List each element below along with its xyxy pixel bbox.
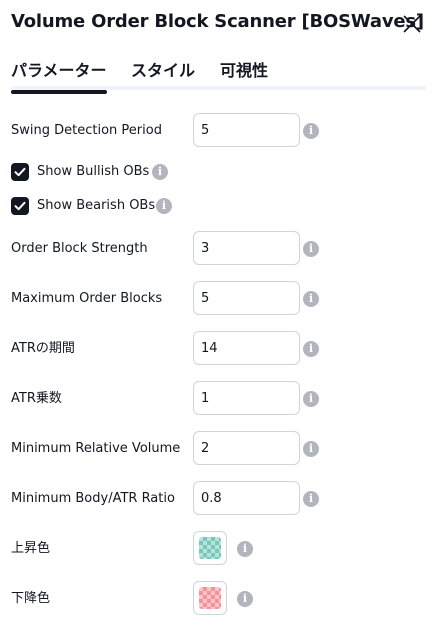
- setting-down-color: 下降色 i: [11, 581, 431, 616]
- color-preview: [199, 587, 221, 609]
- setting-maximum-order-blocks: Maximum Order Blocks i: [11, 281, 431, 316]
- info-icon[interactable]: i: [237, 591, 253, 607]
- down-color-swatch[interactable]: [193, 581, 227, 615]
- setting-label: 下降色: [11, 591, 51, 606]
- info-icon[interactable]: i: [303, 291, 319, 307]
- info-icon[interactable]: i: [303, 391, 319, 407]
- setting-swing-detection-period: Swing Detection Period i: [11, 113, 431, 148]
- tab-parameters[interactable]: パラメーター: [11, 57, 107, 94]
- show-bearish-checkbox[interactable]: [11, 197, 29, 215]
- info-icon[interactable]: i: [156, 198, 172, 214]
- max-blocks-input[interactable]: [193, 281, 300, 315]
- color-preview: [199, 537, 221, 559]
- setting-label: ATRの期間: [11, 341, 75, 356]
- setting-atr-multiplier: ATR乗数 i: [11, 381, 431, 416]
- setting-label: Minimum Body/ATR Ratio: [11, 491, 175, 506]
- info-icon[interactable]: i: [152, 164, 168, 180]
- setting-label: ATR乗数: [11, 391, 62, 406]
- min-relative-volume-input[interactable]: [193, 431, 300, 465]
- info-icon[interactable]: i: [303, 241, 319, 257]
- dialog-title: Volume Order Block Scanner [BOSWaves]: [11, 11, 424, 32]
- checkbox-label: Show Bearish OBs: [37, 198, 156, 213]
- swing-period-input[interactable]: [193, 113, 300, 147]
- setting-order-block-strength: Order Block Strength i: [11, 231, 431, 266]
- up-color-swatch[interactable]: [193, 531, 227, 565]
- setting-minimum-relative-volume: Minimum Relative Volume i: [11, 431, 431, 466]
- tab-style[interactable]: スタイル: [131, 57, 195, 81]
- dialog-header: Volume Order Block Scanner [BOSWaves]: [11, 8, 442, 38]
- close-icon[interactable]: [402, 14, 422, 34]
- setting-label: Swing Detection Period: [11, 123, 162, 138]
- setting-label: Order Block Strength: [11, 241, 148, 256]
- tab-visibility[interactable]: 可視性: [220, 57, 268, 81]
- setting-show-bearish: Show Bearish OBs i: [11, 196, 211, 216]
- setting-label: 上昇色: [11, 541, 51, 556]
- tab-bar: パラメーター スタイル 可視性: [11, 57, 426, 94]
- info-icon[interactable]: i: [303, 491, 319, 507]
- atr-multiplier-input[interactable]: [193, 381, 300, 415]
- setting-minimum-body-atr-ratio: Minimum Body/ATR Ratio i: [11, 481, 431, 516]
- min-body-atr-ratio-input[interactable]: [193, 481, 300, 515]
- info-icon[interactable]: i: [303, 341, 319, 357]
- info-icon[interactable]: i: [303, 123, 319, 139]
- setting-label: Maximum Order Blocks: [11, 291, 163, 306]
- setting-show-bullish: Show Bullish OBs i: [11, 162, 211, 182]
- setting-atr-period: ATRの期間 i: [11, 331, 431, 366]
- checkbox-label: Show Bullish OBs: [37, 164, 150, 179]
- info-icon[interactable]: i: [237, 541, 253, 557]
- setting-up-color: 上昇色 i: [11, 531, 431, 566]
- show-bullish-checkbox[interactable]: [11, 163, 29, 181]
- atr-period-input[interactable]: [193, 331, 300, 365]
- info-icon[interactable]: i: [303, 441, 319, 457]
- setting-label: Minimum Relative Volume: [11, 441, 181, 456]
- strength-input[interactable]: [193, 231, 300, 265]
